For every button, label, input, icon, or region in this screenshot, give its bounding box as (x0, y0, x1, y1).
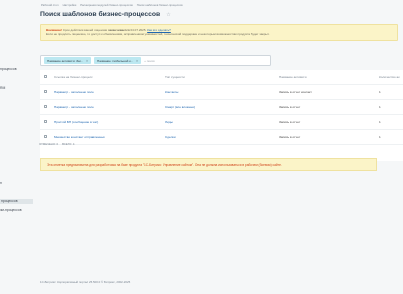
row-link[interactable]: Параметр - заполнено поле (54, 90, 94, 94)
breadcrumb-item[interactable]: Настройки (63, 3, 77, 7)
row-link[interactable]: Простой БП (сообщение в чат) (54, 120, 98, 124)
row-checkbox[interactable] (44, 120, 48, 124)
main-content: Рабочий стол Настройки Расширения модуле… (34, 0, 403, 294)
filter-chip-label: Название активити: Заг... (47, 58, 84, 63)
selected-count: ОТМЕЧЕНО: 0 (39, 142, 59, 146)
warning-prefix: Внимание! (46, 28, 62, 32)
breadcrumb: Рабочий стол Настройки Расширения модуле… (41, 3, 183, 7)
column-header[interactable]: Количество ак (379, 75, 400, 79)
row-checkbox[interactable] (44, 135, 48, 139)
row-count: 1 (379, 135, 381, 139)
row-link[interactable]: Множество констант отправленных (54, 135, 105, 139)
sidebar-item[interactable]: п (0, 181, 2, 186)
column-header[interactable]: Ссылка на бизнес-процесс (54, 75, 93, 79)
breadcrumb-item[interactable]: Расширения модулей бизнес-процессов (80, 3, 132, 7)
sidebar-item[interactable]: RM (0, 86, 5, 91)
table-row[interactable]: Множество констант отправленных Сделки З… (40, 130, 403, 145)
copyright-text: 1С-Битрикс: Корпоративный портал 25.500.… (40, 280, 131, 284)
row-entity[interactable]: Лиды (165, 120, 173, 124)
filter-chip[interactable]: Название активити: Заг... × (44, 57, 92, 64)
row-count: 1 (379, 120, 381, 124)
row-entity[interactable]: Смарт (все вложено) (165, 105, 195, 109)
filter-chip[interactable]: Название глобальной к... × (94, 57, 142, 64)
close-icon[interactable]: × (136, 59, 138, 63)
sidebar-item[interactable]: зм-процессов (0, 208, 22, 213)
filter-bar[interactable]: Название активити: Заг... × Название гло… (40, 55, 271, 66)
page-title: Поиск шаблонов бизнес-процессов (40, 11, 161, 18)
warning-link[interactable]: Как это сделать? (147, 28, 171, 32)
page-footer: 1С-Битрикс: Корпоративный портал 25.500.… (40, 280, 130, 284)
dev-notice: Эта отметка предназначена для разработчи… (40, 158, 377, 171)
license-warning: Внимание! Срок действия вашей лицензии з… (40, 24, 398, 41)
sidebar: процессов RM п процессов зм-процессов (0, 0, 33, 294)
table-footer: ОТМЕЧЕНО: 0 ВСЕГО: 4 (39, 142, 74, 146)
select-all-checkbox[interactable] (44, 75, 48, 79)
close-icon[interactable]: × (86, 59, 88, 63)
title-row: Поиск шаблонов бизнес-процессов ☆ (40, 11, 171, 18)
row-activity: Запись в отчет (279, 105, 301, 109)
warning-text: Срок действия вашей лицензии (62, 28, 108, 32)
row-checkbox[interactable] (44, 105, 48, 109)
breadcrumb-item[interactable]: Рабочий стол (41, 3, 59, 7)
row-checkbox[interactable] (44, 90, 48, 94)
total-count: ВСЕГО: 4 (62, 142, 75, 146)
row-count: 1 (379, 90, 381, 94)
column-header[interactable]: Тип сущности (165, 75, 185, 79)
row-activity: Запись в отчет (279, 135, 301, 139)
star-icon[interactable]: ☆ (166, 12, 170, 18)
table-row[interactable]: Параметр - заполнено поле Смарт (все вло… (40, 100, 403, 115)
breadcrumb-item: Поиск шаблонов бизнес-процессов (136, 3, 183, 7)
table-row[interactable]: Параметр - заполнено поле Контакты Запис… (40, 85, 403, 100)
table-header: Ссылка на бизнес-процесс Тип сущности На… (40, 70, 403, 85)
row-count: 1 (379, 105, 381, 109)
row-entity[interactable]: Сделки (165, 135, 176, 139)
warning-line2: Если не продлить лицензию, то доступ к о… (46, 32, 270, 37)
search-input[interactable]: + поиск (144, 59, 155, 63)
warning-bold: заканчивается (108, 28, 130, 32)
warning-date: 04.07.2025. (129, 28, 148, 32)
table-row[interactable]: Простой БП (сообщение в чат) Лиды Запись… (40, 115, 403, 130)
search-placeholder: + поиск (144, 58, 155, 63)
row-entity[interactable]: Контакты (165, 90, 178, 94)
sidebar-item[interactable]: процессов (0, 67, 17, 72)
row-link[interactable]: Параметр - заполнено поле (54, 105, 94, 109)
filter-chip-label: Название глобальной к... (97, 58, 134, 63)
results-table: Ссылка на бизнес-процесс Тип сущности На… (40, 70, 403, 161)
row-activity: Запись в отчет контакт (279, 90, 312, 94)
column-header[interactable]: Название активити (279, 75, 306, 79)
row-activity: Запись в отчет (279, 120, 301, 124)
sidebar-item-active[interactable]: процессов (0, 199, 33, 204)
